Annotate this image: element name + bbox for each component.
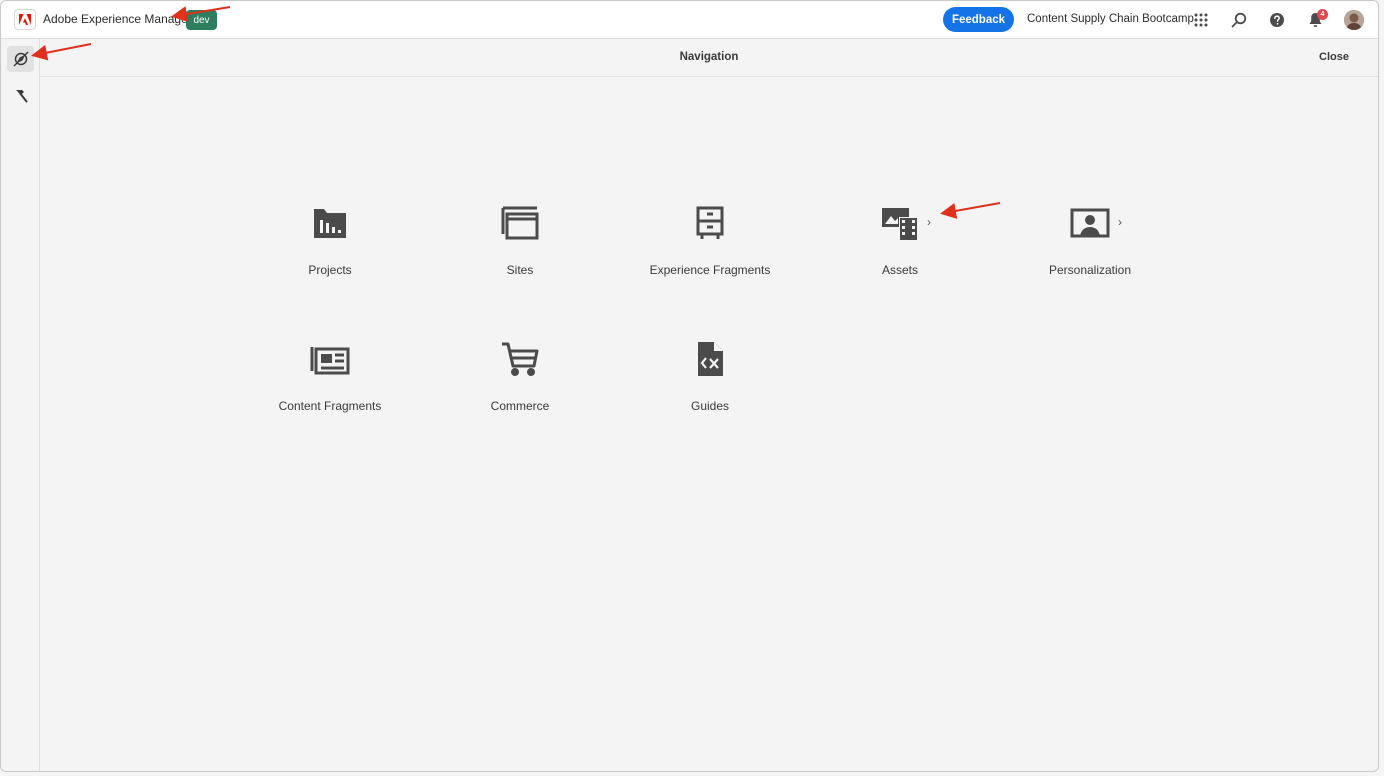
guides-icon xyxy=(696,337,724,381)
avatar[interactable] xyxy=(1344,10,1364,30)
nav-tile-sites[interactable]: Sites xyxy=(435,201,605,301)
left-rail xyxy=(1,39,40,771)
tile-label: Guides xyxy=(690,399,730,413)
app-title[interactable]: Adobe Experience Manager xyxy=(43,12,192,26)
navigation-header: Navigation Close xyxy=(40,39,1378,77)
feedback-button[interactable]: Feedback xyxy=(943,7,1014,32)
apps-grid-icon[interactable] xyxy=(1191,10,1211,30)
nav-tile-commerce[interactable]: Commerce xyxy=(435,337,605,437)
search-icon[interactable] xyxy=(1229,10,1249,30)
nav-tile-projects[interactable]: Projects xyxy=(245,201,415,301)
page-title: Navigation xyxy=(679,51,739,63)
chevron-right-icon: › xyxy=(927,215,931,229)
top-bar: Adobe Experience Manager dev Feedback Co… xyxy=(1,1,1378,39)
assets-icon: › xyxy=(881,201,931,245)
nav-tile-personalization[interactable]: › Personalization xyxy=(1005,201,1175,301)
environment-badge: dev xyxy=(186,10,217,30)
nav-tile-guides[interactable]: Guides xyxy=(625,337,795,437)
nav-tile-experience-fragments[interactable]: Experience Fragments xyxy=(625,201,795,301)
notification-count-badge: 4 xyxy=(1317,9,1328,20)
nav-tile-assets[interactable]: › Assets xyxy=(815,201,985,301)
commerce-cart-icon xyxy=(501,337,539,381)
chevron-right-icon: › xyxy=(1118,215,1122,229)
personalization-icon: › xyxy=(1070,201,1122,245)
experience-fragments-icon xyxy=(696,201,724,245)
tile-label: Experience Fragments xyxy=(649,263,771,277)
rail-tools-button[interactable] xyxy=(7,83,34,109)
tile-label: Projects xyxy=(308,263,352,277)
content-fragments-icon xyxy=(310,337,350,381)
tile-label: Content Fragments xyxy=(278,399,382,413)
tools-hammer-icon xyxy=(15,90,27,103)
app-window: Adobe Experience Manager dev Feedback Co… xyxy=(0,0,1379,772)
rail-navigation-button[interactable] xyxy=(7,46,34,72)
tile-label: Commerce xyxy=(490,399,550,413)
navigation-compass-icon xyxy=(12,51,29,67)
tile-label: Personalization xyxy=(1048,263,1132,277)
tile-label: Sites xyxy=(506,263,534,277)
org-switcher[interactable]: Content Supply Chain Bootcamp xyxy=(1027,13,1194,25)
close-button[interactable]: Close xyxy=(1319,51,1349,63)
adobe-logo[interactable] xyxy=(14,9,36,30)
projects-icon xyxy=(312,201,348,245)
tile-label: Assets xyxy=(881,263,918,277)
nav-tile-content-fragments[interactable]: Content Fragments xyxy=(245,337,415,437)
help-icon[interactable] xyxy=(1267,10,1287,30)
sites-icon xyxy=(501,201,539,245)
